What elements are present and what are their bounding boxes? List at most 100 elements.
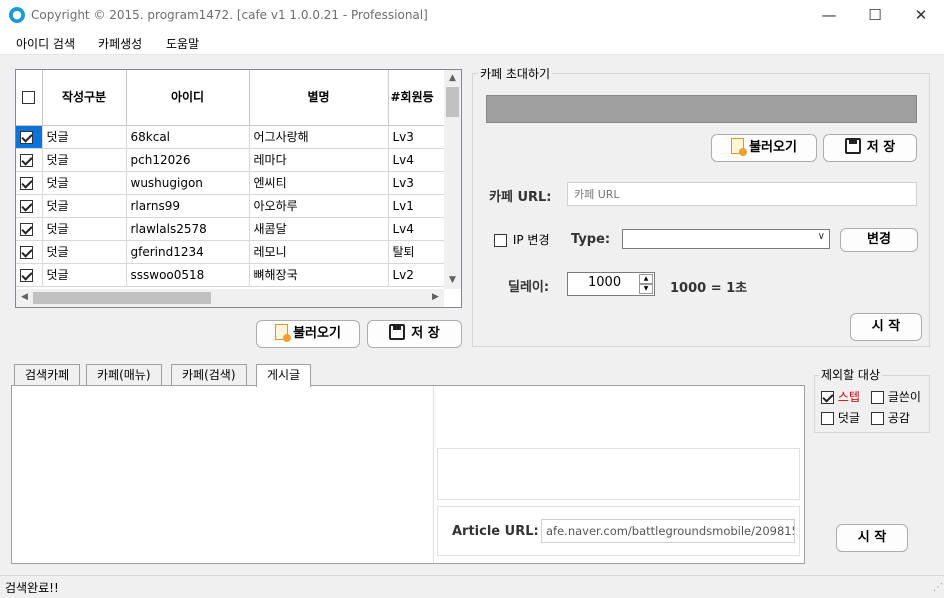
app-icon: ● <box>9 7 25 23</box>
table-row[interactable]: 덧글 rlarns99 아오하루 Lv1 <box>16 194 449 218</box>
invite-save-button[interactable]: 저 장 <box>823 134 917 162</box>
row-type: 덧글 <box>42 217 127 241</box>
exclude-like-label: 공감 <box>887 411 910 425</box>
row-checkbox[interactable] <box>20 268 33 282</box>
exclude-writer-option[interactable]: 글쓴이 <box>871 388 921 405</box>
ip-change-checkbox[interactable] <box>494 234 507 247</box>
scroll-left-icon[interactable]: ◀ <box>16 289 33 306</box>
article-url-input[interactable]: afe.naver.com/battlegroundsmobile/209815… <box>541 519 795 543</box>
row-nick: 아오하루 <box>249 194 389 218</box>
delay-label: 딜레이: <box>508 280 550 295</box>
maximize-button[interactable]: ☐ <box>852 0 898 31</box>
invite-load-button[interactable]: 불러오기 <box>711 134 817 162</box>
menu-item-cafe-create[interactable]: 카페생성 <box>98 35 142 52</box>
panel-divider <box>433 386 434 563</box>
close-button[interactable]: ✕ <box>898 0 944 31</box>
row-checkbox-cell[interactable] <box>16 240 43 264</box>
grid-load-button[interactable]: 불러오기 <box>256 320 360 348</box>
exclude-comment-checkbox[interactable] <box>821 412 834 425</box>
exclude-writer-checkbox[interactable] <box>871 391 884 404</box>
row-id: 68kcal <box>126 125 250 149</box>
row-level: Lv3 <box>388 171 449 195</box>
start-button[interactable]: 시 작 <box>836 524 908 552</box>
row-type: 덧글 <box>42 240 127 264</box>
exclude-title: 제외할 대상 <box>819 366 883 383</box>
minimize-button[interactable]: — <box>806 0 852 31</box>
ip-change-label: IP 변경 <box>512 233 550 247</box>
row-nick: 새콤달 <box>249 217 389 241</box>
article-url-label: Article URL: <box>452 524 539 539</box>
grid-vertical-scroll-thumb[interactable] <box>446 87 459 117</box>
column-header-nick[interactable]: 별명 <box>249 70 389 126</box>
invite-start-button[interactable]: 시 작 <box>850 313 922 341</box>
change-button[interactable]: 변경 <box>840 228 918 252</box>
row-checkbox-cell[interactable] <box>16 148 43 172</box>
row-level: Lv4 <box>388 217 449 241</box>
stepper-down-icon[interactable]: ▼ <box>639 284 653 294</box>
row-checkbox-cell[interactable] <box>16 171 43 195</box>
ip-change-checkbox-group[interactable]: IP 변경 <box>494 231 550 248</box>
menu-bar: 아이디 검색 카페생성 도움말 <box>0 31 944 55</box>
exclude-staff-option[interactable]: 스텝 <box>821 388 860 405</box>
window-title: Copyright © 2015. program1472. [cafe v1 … <box>31 8 428 22</box>
select-all-checkbox[interactable] <box>22 91 36 105</box>
row-checkbox[interactable] <box>20 153 33 167</box>
tab-search-cafe[interactable]: 검색카페 <box>14 364 81 386</box>
row-checkbox[interactable] <box>20 245 33 259</box>
column-header-type[interactable]: 작성구분 <box>42 70 127 126</box>
row-type: 덧글 <box>42 194 127 218</box>
row-type: 덧글 <box>42 263 127 287</box>
row-checkbox[interactable] <box>20 222 33 236</box>
type-select[interactable]: ∨ <box>622 229 830 249</box>
row-checkbox-cell[interactable] <box>16 194 43 218</box>
grid-horizontal-scrollbar[interactable]: ◀ ▶ <box>16 289 444 307</box>
tab-panel: Article URL: afe.naver.com/battlegrounds… <box>11 385 805 564</box>
table-row[interactable]: 덧글 68kcal 어그사랑해 Lv3 <box>16 125 449 149</box>
column-header-level[interactable]: #회원등 <box>388 70 449 126</box>
resize-grip-icon[interactable]: ⋰ <box>933 582 943 593</box>
menu-item-id-search[interactable]: 아이디 검색 <box>16 35 75 52</box>
floppy-icon <box>844 138 861 154</box>
table-row[interactable]: 덧글 ssswoo0518 뼈해장국 Lv2 <box>16 263 449 287</box>
type-label: Type: <box>571 232 611 247</box>
menu-item-help[interactable]: 도움말 <box>166 35 199 52</box>
exclude-like-option[interactable]: 공감 <box>871 409 910 426</box>
tab-cafe-menu[interactable]: 카페(매뉴) <box>86 364 162 386</box>
article-url-box: Article URL: afe.naver.com/battlegrounds… <box>437 506 800 556</box>
exclude-staff-checkbox[interactable] <box>821 391 834 404</box>
exclude-like-checkbox[interactable] <box>871 412 884 425</box>
stepper-up-icon[interactable]: ▲ <box>639 274 653 284</box>
row-checkbox-cell[interactable] <box>16 125 43 149</box>
scroll-up-icon[interactable]: ▲ <box>444 70 461 87</box>
row-checkbox[interactable] <box>20 130 33 144</box>
row-checkbox-cell[interactable] <box>16 263 43 287</box>
column-header-id[interactable]: 아이디 <box>126 70 250 126</box>
table-row[interactable]: 덧글 gferind1234 레모니 탈퇴 <box>16 240 449 264</box>
grid-vertical-scrollbar[interactable]: ▲ ▼ <box>444 70 461 289</box>
table-row[interactable]: 덧글 rlawlals2578 새콤달 Lv4 <box>16 217 449 241</box>
cafe-invite-title: 카페 초대하기 <box>478 65 553 82</box>
cafe-url-input[interactable] <box>567 182 917 206</box>
grid-save-button[interactable]: 저 장 <box>367 320 462 348</box>
row-checkbox[interactable] <box>20 176 33 190</box>
load-document-icon <box>731 138 748 156</box>
exclude-comment-option[interactable]: 덧글 <box>821 409 860 426</box>
table-row[interactable]: 덧글 wushugigon 엔씨티 Lv3 <box>16 171 449 195</box>
article-content-box <box>437 448 800 500</box>
row-checkbox[interactable] <box>20 199 33 213</box>
row-nick: 뼈해장국 <box>249 263 389 287</box>
row-checkbox-cell[interactable] <box>16 217 43 241</box>
member-grid[interactable]: 작성구분 아이디 별명 #회원등 덧글 68kcal 어그사랑해 Lv3 덧글 … <box>15 69 462 308</box>
delay-value: 1000 <box>588 275 622 290</box>
table-row[interactable]: 덧글 pch12026 레마다 Lv4 <box>16 148 449 172</box>
scroll-right-icon[interactable]: ▶ <box>427 289 444 306</box>
load-document-icon <box>275 324 292 342</box>
delay-stepper[interactable]: 1000 ▲ ▼ <box>567 272 655 296</box>
select-all-header[interactable] <box>16 70 43 126</box>
row-id: rlarns99 <box>126 194 250 218</box>
tab-posts[interactable]: 게시글 <box>256 364 312 387</box>
tab-cafe-search[interactable]: 카페(검색) <box>171 364 247 386</box>
row-id: wushugigon <box>126 171 250 195</box>
grid-horizontal-scroll-thumb[interactable] <box>33 292 211 304</box>
scroll-down-icon[interactable]: ▼ <box>444 272 461 289</box>
